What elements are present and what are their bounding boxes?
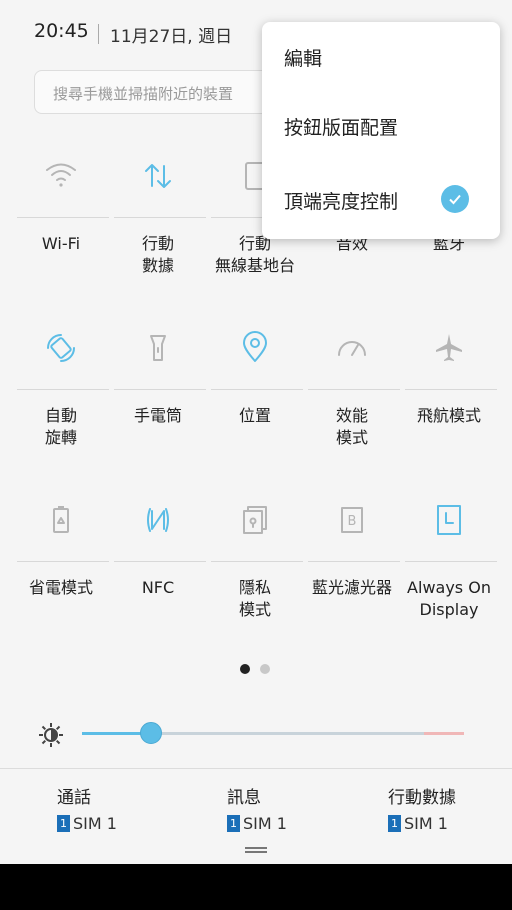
- status-date: 11月27日, 週日: [110, 27, 233, 47]
- tile-label: 自動 旋轉: [44, 406, 77, 447]
- page-dot-1[interactable]: [240, 664, 250, 674]
- sim-badge-icon: 1: [227, 815, 240, 832]
- blue-light-filter-icon: B: [304, 492, 400, 548]
- tile-label: 隱私 模式: [238, 578, 271, 619]
- tile-divider: [114, 217, 206, 218]
- overflow-menu: 編輯 按鈕版面配置 頂端亮度控制: [262, 22, 500, 239]
- nfc-icon: [110, 492, 206, 548]
- tile-label: 藍光濾光器: [311, 578, 392, 597]
- sim-badge-icon: 1: [57, 815, 70, 832]
- tile-divider: [114, 389, 206, 390]
- tile-divider: [405, 389, 497, 390]
- tile-divider: [308, 389, 400, 390]
- tile-divider: [405, 561, 497, 562]
- brightness-slider[interactable]: [82, 722, 464, 744]
- menu-item-button-layout[interactable]: 按鈕版面配置: [284, 113, 398, 140]
- menu-item-edit[interactable]: 編輯: [284, 44, 322, 71]
- status-time: 20:45: [34, 20, 89, 42]
- search-placeholder: 搜尋手機並掃描附近的裝置: [53, 85, 234, 103]
- sim-message-value: SIM 1: [243, 814, 287, 833]
- tile-label: 飛航模式: [416, 406, 481, 425]
- tile-divider: [114, 561, 206, 562]
- navigation-bar: [0, 864, 512, 910]
- tile-divider: [211, 389, 303, 390]
- sim-message-setting[interactable]: 訊息 1 SIM 1: [227, 783, 287, 833]
- tile-label: Always On Display: [407, 578, 491, 619]
- flashlight-icon: [110, 320, 206, 376]
- tile-label: 位置: [238, 406, 271, 425]
- sim-call-title: 通話: [57, 788, 91, 808]
- tile-divider: [308, 561, 400, 562]
- sim-data-value: SIM 1: [404, 814, 448, 833]
- tile-label: Wi-Fi: [41, 234, 81, 253]
- tile-label: 手電筒: [133, 406, 182, 425]
- sim-data-title: 行動數據: [388, 788, 456, 808]
- svg-text:B: B: [348, 514, 357, 529]
- checkmark-icon[interactable]: [441, 185, 469, 213]
- brightness-thumb[interactable]: [139, 722, 162, 744]
- power-saving-icon: [13, 492, 109, 548]
- tile-label: 省電模式: [28, 578, 93, 597]
- tile-divider: [211, 561, 303, 562]
- brightness-high-zone: [424, 732, 464, 735]
- mobile-data-icon: [110, 148, 206, 204]
- auto-rotate-icon: [13, 320, 109, 376]
- private-mode-icon: [207, 492, 303, 548]
- sim-message-title: 訊息: [227, 788, 261, 808]
- status-separator: [98, 24, 99, 44]
- wifi-icon: [13, 148, 109, 204]
- airplane-icon: [401, 320, 497, 376]
- always-on-display-icon: [401, 492, 497, 548]
- tile-label: 行動 數據: [141, 234, 174, 275]
- tile-divider: [17, 389, 109, 390]
- tile-divider: [17, 217, 109, 218]
- sim-data-setting[interactable]: 行動數據 1 SIM 1: [388, 783, 456, 833]
- sim-badge-icon: 1: [388, 815, 401, 832]
- sim-call-value: SIM 1: [73, 814, 117, 833]
- brightness-icon: [38, 722, 64, 752]
- tile-divider: [17, 561, 109, 562]
- tile-label: NFC: [141, 578, 175, 597]
- tile-label: 效能 模式: [335, 406, 368, 447]
- sim-call-setting[interactable]: 通話 1 SIM 1: [57, 783, 117, 833]
- performance-icon: [304, 320, 400, 376]
- page-dot-2[interactable]: [260, 664, 270, 674]
- tile-label: 行動 無線基地台: [214, 234, 295, 275]
- location-icon: [207, 320, 303, 376]
- menu-item-top-brightness[interactable]: 頂端亮度控制: [284, 187, 398, 214]
- drag-handle-icon[interactable]: [245, 847, 267, 853]
